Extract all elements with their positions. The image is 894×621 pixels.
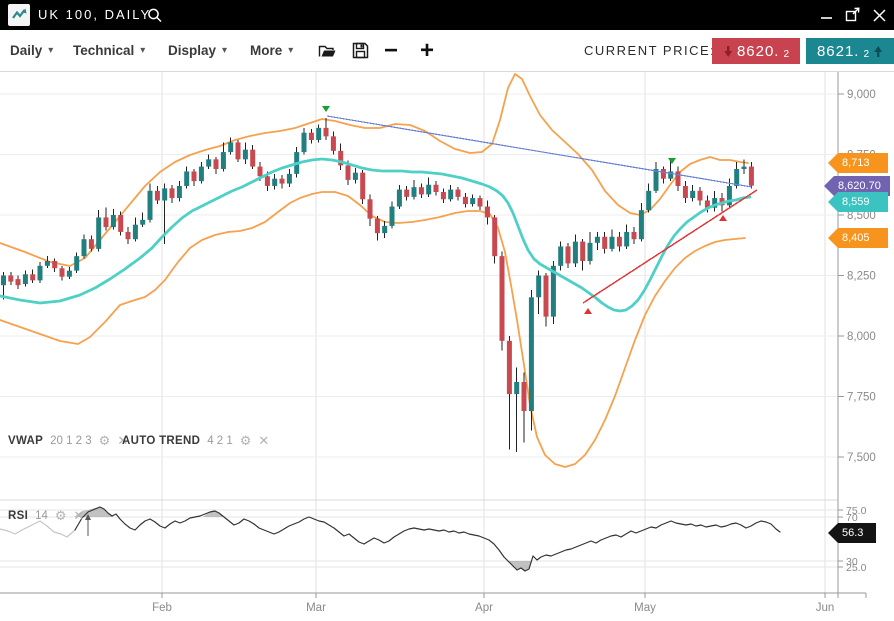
gear-icon[interactable]: ⚙ <box>240 434 252 447</box>
chart-window: UK 100, DAILY Daily▾ Technical▾ Display▾… <box>0 0 894 621</box>
buy-signal-icon <box>719 215 727 221</box>
rsi-indicator-label: RSI 14 ⚙ ✕ <box>8 509 84 522</box>
axis-label: 7,750 <box>847 392 876 404</box>
price-tag: 8,405 <box>828 228 888 248</box>
price-tag: 8,559 <box>828 192 888 212</box>
price-tag: 56.3 <box>828 523 876 543</box>
search-icon[interactable] <box>146 7 164 25</box>
title-bar: UK 100, DAILY <box>0 0 894 30</box>
menu-technical[interactable]: Technical▾ <box>73 30 145 71</box>
chevron-down-icon: ▾ <box>140 45 145 56</box>
arrow-up-icon <box>873 45 883 58</box>
axis-label: 70 <box>846 512 858 524</box>
toolbar: Daily▾ Technical▾ Display▾ More▾ − + CUR… <box>0 30 894 72</box>
axis-label: Apr <box>475 602 493 614</box>
axis-label: 25.0 <box>846 562 867 574</box>
gear-icon[interactable]: ⚙ <box>55 509 67 522</box>
menu-timeframe[interactable]: Daily▾ <box>10 30 53 71</box>
buy-price-button[interactable]: 8621.2 <box>806 38 894 64</box>
popout-button[interactable] <box>844 6 862 24</box>
autotrend-indicator-label: AUTO TREND 4 2 1 ⚙ ✕ <box>122 434 269 447</box>
axis-label: 7,500 <box>847 452 876 464</box>
axis-label: Mar <box>306 602 326 614</box>
price-chart: FebMarAprMayJun9,0008,7508,5008,2508,000… <box>0 72 894 621</box>
minimize-button[interactable] <box>818 6 836 24</box>
app-logo-icon <box>8 4 30 26</box>
axis-label: Jun <box>816 602 835 614</box>
axis-label: Feb <box>152 602 172 614</box>
menu-more[interactable]: More▾ <box>250 30 293 71</box>
current-price-label: CURRENT PRICE: <box>584 30 715 71</box>
chevron-down-icon: ▾ <box>222 45 227 56</box>
chevron-down-icon: ▾ <box>48 45 53 56</box>
sell-signal-icon <box>668 158 676 164</box>
menu-display[interactable]: Display▾ <box>168 30 227 71</box>
chart-title: UK 100, DAILY <box>38 7 151 22</box>
zoom-in-button[interactable]: + <box>420 30 434 71</box>
buy-signal-icon <box>584 308 592 314</box>
close-icon[interactable]: ✕ <box>258 434 269 447</box>
vwap-indicator-label: VWAP 20 1 2 3 ⚙ ✕ <box>8 434 128 447</box>
axis-label: 8,250 <box>847 271 876 283</box>
save-icon[interactable] <box>352 30 369 71</box>
close-button[interactable] <box>870 6 888 24</box>
zoom-out-button[interactable]: − <box>384 30 398 71</box>
sell-signal-icon <box>322 106 330 112</box>
chart-canvas[interactable]: FebMarAprMayJun9,0008,7508,5008,2508,000… <box>0 72 894 621</box>
axis-label: 9,000 <box>847 89 876 101</box>
chevron-down-icon: ▾ <box>288 45 293 56</box>
axis-label: May <box>634 602 656 614</box>
gear-icon[interactable]: ⚙ <box>99 434 111 447</box>
sell-price-button[interactable]: 8620.2 <box>712 38 800 64</box>
price-tag: 8,713 <box>828 153 888 173</box>
axis-label: 8,000 <box>847 331 876 343</box>
open-folder-icon[interactable] <box>318 30 337 71</box>
arrow-down-icon <box>723 45 733 58</box>
close-icon[interactable]: ✕ <box>74 509 85 522</box>
